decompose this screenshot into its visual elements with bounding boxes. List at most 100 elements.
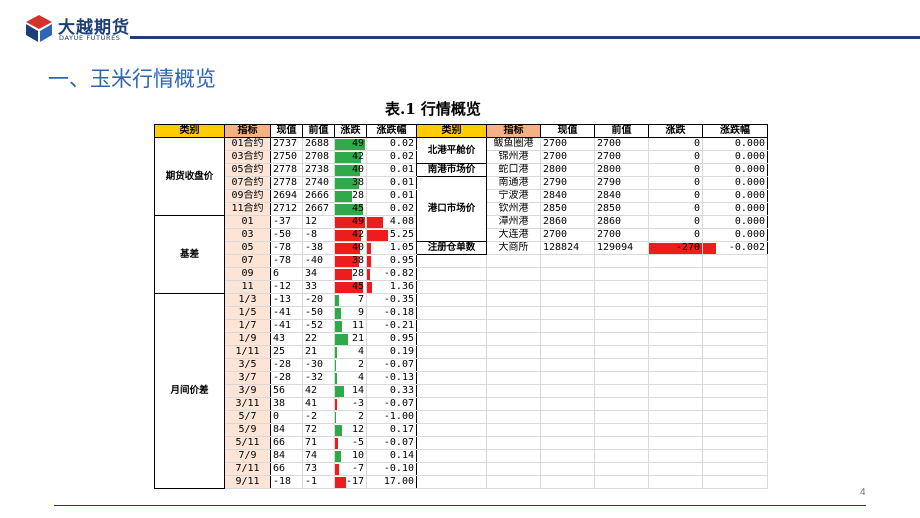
left-pct-cell: -0.07 [366,397,417,411]
table-row: 月间价差 1/3 -13 -20 7 -0.35 [154,293,768,489]
empty-cell [702,449,768,463]
left-previous-cell: -50 [302,306,335,320]
left-change-cell-value: 38 [351,177,364,189]
left-previous-cell: -40 [302,254,335,268]
right-previous-cell: 129094 [594,241,649,255]
left-change-cell: 38 [334,254,367,268]
empty-cell [702,254,768,268]
table-row: 类别 指标 现值 前值 涨跌 涨跌幅 类别 指标 现值 前值 涨跌 涨跌幅 [154,124,768,138]
left-change-cell: -17 [334,475,367,489]
empty-cell [540,384,595,398]
left-pct-cell: -0.13 [366,371,417,385]
left-change-cell-value: 12 [351,424,364,436]
left-change-cell-value: -3 [351,398,364,410]
left-previous-cell: 2667 [302,202,335,216]
empty-cell [702,358,768,372]
left-pct-cell-bar [367,230,388,241]
right-header-cell: 涨跌 [648,124,703,138]
left-pct-cell: -0.10 [366,462,417,476]
empty-cell [540,306,595,320]
right-change-cell: 0 [648,176,703,190]
left-change-cell-value: 4 [357,372,364,384]
left-current-cell: 2778 [270,163,303,177]
left-current-cell: -41 [270,306,303,320]
left-pct-cell-bar [367,256,371,267]
right-indicator-cell: 锦州港 [486,150,541,164]
left-indicator-cell: 03合约 [224,150,271,164]
right-current-cell: 2860 [540,215,595,229]
empty-cell [648,254,703,268]
right-change-cell: -270 [648,241,703,255]
left-pct-cell: 0.17 [366,423,417,437]
empty-cell [416,423,487,437]
left-indicator-cell: 03 [224,228,271,242]
left-category-cell: 月间价差 [154,293,225,489]
right-change-cell-value: 0 [693,138,700,150]
table-row: 11 -12 33 45 1.36 [155,280,768,294]
left-current-cell: 56 [270,384,303,398]
empty-cell [648,345,703,359]
left-indicator-cell: 5/7 [224,410,271,424]
empty-cell [486,423,541,437]
left-indicator-cell: 07合约 [224,176,271,190]
left-current-cell: 2750 [270,150,303,164]
empty-cell [594,332,649,346]
left-pct-cell: -0.35 [366,293,417,307]
left-pct-cell: 0.01 [366,163,417,177]
empty-cell [648,449,703,463]
left-indicator-cell: 09合约 [224,189,271,203]
left-change-cell: 2 [334,358,367,372]
left-pct-cell-value: 0.01 [389,164,414,176]
left-change-cell: 42 [334,228,367,242]
left-current-cell: 84 [270,423,303,437]
table-row: 3/7 -28 -32 4 -0.13 [155,371,768,385]
page-number: 4 [860,487,866,498]
right-current-cell: 2800 [540,163,595,177]
right-current-cell: 2840 [540,189,595,203]
left-pct-cell-value: -0.13 [383,372,414,384]
empty-cell [416,293,487,307]
left-current-cell: 38 [270,397,303,411]
empty-cell [594,280,649,294]
right-pct-cell-value: 0.000 [734,177,765,189]
right-header-cell: 涨跌幅 [702,124,768,138]
left-change-cell: 49 [334,137,367,151]
left-indicator-cell: 5/11 [224,436,271,450]
left-change-cell-value: 45 [351,203,364,215]
empty-cell [648,267,703,281]
empty-cell [486,410,541,424]
empty-cell [702,410,768,424]
empty-cell [486,436,541,450]
left-indicator-cell: 3/5 [224,358,271,372]
left-change-cell-bar [335,451,342,462]
left-change-cell-value: 42 [351,229,364,241]
right-category-cell: 南港市场价 [416,163,487,177]
table-row: 7/11 66 73 -7 -0.10 [155,462,768,476]
left-previous-cell: 41 [302,397,335,411]
right-change-cell-value: 0 [693,164,700,176]
left-previous-cell: 12 [302,215,335,229]
left-pct-cell-bar [367,243,372,254]
right-current-cell: 2850 [540,202,595,216]
empty-cell [594,358,649,372]
empty-cell [486,449,541,463]
left-pct-cell-value: -0.82 [383,268,414,280]
left-previous-cell: -20 [302,293,335,307]
empty-cell [416,358,487,372]
left-pct-cell-value: 4.08 [389,216,414,228]
left-change-cell-bar [335,308,341,319]
empty-cell [540,449,595,463]
left-indicator-cell: 05 [224,241,271,255]
empty-cell [540,475,595,489]
left-indicator-cell: 01合约 [224,137,271,151]
left-indicator-cell: 1/7 [224,319,271,333]
empty-cell [416,462,487,476]
left-pct-cell: -1.00 [366,410,417,424]
left-pct-cell: 1.36 [366,280,417,294]
empty-cell [594,319,649,333]
empty-cell [540,423,595,437]
empty-cell [702,267,768,281]
left-change-cell: 40 [334,163,367,177]
left-previous-cell: -8 [302,228,335,242]
left-current-cell: -28 [270,371,303,385]
